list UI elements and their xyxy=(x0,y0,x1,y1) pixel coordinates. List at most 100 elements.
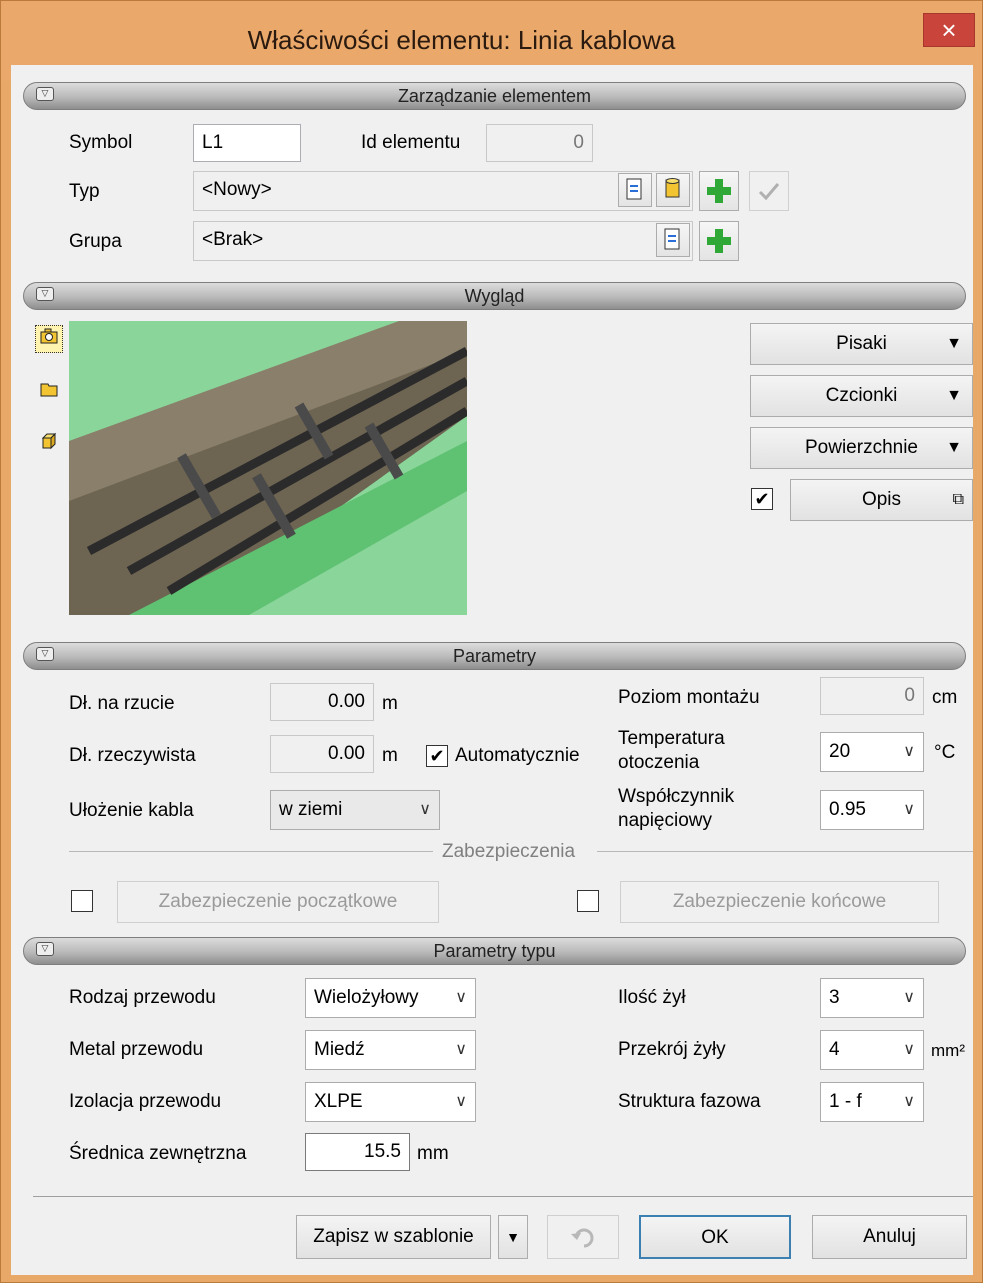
ambient-temp-label: Temperatura otoczenia xyxy=(618,727,725,775)
chevron-down-icon: ∨ xyxy=(455,1093,467,1110)
core-count-value: 3 xyxy=(829,987,840,1008)
phase-structure-label: Struktura fazowa xyxy=(618,1091,761,1112)
outer-diameter-input[interactable]: 15.5 xyxy=(305,1133,410,1171)
wire-metal-label: Metal przewodu xyxy=(69,1039,204,1060)
dropdown-arrow-icon: ▼ xyxy=(946,335,962,352)
core-cross-section-value: 4 xyxy=(829,1039,840,1060)
section-appearance-bar[interactable]: ▽ Wygląd xyxy=(23,282,966,310)
chevron-down-icon: ∨ xyxy=(903,801,915,818)
outer-diameter-label: Średnica zewnętrzna xyxy=(69,1143,247,1164)
undo-button[interactable] xyxy=(547,1215,619,1259)
ambient-temp-select[interactable]: 20 ∨ xyxy=(820,732,924,772)
plan-length-label: Dł. na rzucie xyxy=(69,693,175,714)
fonts-dropdown[interactable]: Czcionki ▼ xyxy=(750,375,973,417)
chevron-down-icon: ∨ xyxy=(455,989,467,1006)
document-icon[interactable] xyxy=(618,173,652,207)
3d-view-icon[interactable] xyxy=(35,431,63,459)
group-label: Grupa xyxy=(69,231,122,252)
voltage-factor-value: 0.95 xyxy=(829,799,866,820)
wire-insulation-select[interactable]: XLPE ∨ xyxy=(305,1082,476,1122)
phase-structure-select[interactable]: 1 - f ∨ xyxy=(820,1082,924,1122)
voltage-factor-label-line2: napięciowy xyxy=(618,810,712,831)
end-protection-checkbox[interactable] xyxy=(577,890,599,912)
wire-kind-value: Wielożyłowy xyxy=(314,987,419,1008)
ok-button[interactable]: OK xyxy=(639,1215,791,1259)
chevron-down-icon: ∨ xyxy=(455,1041,467,1058)
cancel-button[interactable]: Anuluj xyxy=(812,1215,967,1259)
end-protection-label: Zabezpieczenie końcowe xyxy=(672,891,887,912)
chevron-down-icon: ∨ xyxy=(903,1093,915,1110)
phase-structure-value: 1 - f xyxy=(829,1091,862,1112)
wire-insulation-label: Izolacja przewodu xyxy=(69,1091,222,1112)
cable-laying-value: w ziemi xyxy=(279,799,343,820)
core-cross-section-select[interactable]: 4 ∨ xyxy=(820,1030,924,1070)
close-button[interactable]: × xyxy=(923,13,975,47)
surfaces-label: Powierzchnie xyxy=(805,437,918,458)
add-group-icon[interactable] xyxy=(699,221,739,261)
cable-laying-label: Ułożenie kabla xyxy=(69,800,194,821)
chevron-down-icon: ∨ xyxy=(903,743,915,760)
plan-length-unit: m xyxy=(382,693,398,714)
description-checkbox[interactable]: ✔ xyxy=(751,488,773,510)
mount-level-unit: cm xyxy=(932,687,958,708)
group-field[interactable]: <Brak> xyxy=(193,221,693,261)
document-icon[interactable] xyxy=(656,223,690,257)
real-length-field: 0.00 xyxy=(270,735,374,773)
dropdown-arrow-icon: ▼ xyxy=(946,439,962,456)
start-protection-label: Zabezpieczenie początkowe xyxy=(158,891,398,912)
voltage-factor-select[interactable]: 0.95 ∨ xyxy=(820,790,924,830)
core-count-label: Ilość żył xyxy=(618,987,686,1008)
description-label: Opis xyxy=(861,489,902,510)
surfaces-dropdown[interactable]: Powierzchnie ▼ xyxy=(750,427,973,469)
group-divider-right xyxy=(597,851,973,852)
section-management-bar[interactable]: ▽ Zarządzanie elementem xyxy=(23,82,966,110)
wire-metal-select[interactable]: Miedź ∨ xyxy=(305,1030,476,1070)
dialog-window: Właściwości elementu: Linia kablowa × ▽ … xyxy=(0,0,983,1283)
end-protection-button[interactable]: Zabezpieczenie końcowe xyxy=(620,881,939,923)
undo-icon xyxy=(571,1228,594,1248)
section-params-bar[interactable]: ▽ Parametry xyxy=(23,642,966,670)
section-appearance-title: Wygląd xyxy=(464,286,525,306)
wire-kind-select[interactable]: Wielożyłowy ∨ xyxy=(305,978,476,1018)
section-type-params-bar[interactable]: ▽ Parametry typu xyxy=(23,937,966,965)
plan-length-field: 0.00 xyxy=(270,683,374,721)
section-params-title: Parametry xyxy=(452,646,537,666)
type-label: Typ xyxy=(69,181,100,202)
camera-view-icon[interactable] xyxy=(35,325,63,353)
wire-insulation-value: XLPE xyxy=(314,1091,363,1112)
ambient-temp-label-line2: otoczenia xyxy=(618,752,700,773)
save-template-button[interactable]: Zapisz w szablonie xyxy=(296,1215,491,1259)
mount-level-label: Poziom montażu xyxy=(618,687,760,708)
ambient-temp-unit: °C xyxy=(934,742,956,763)
symbol-label: Symbol xyxy=(69,132,133,153)
fonts-label: Czcionki xyxy=(825,385,898,406)
protection-group-label: Zabezpieczenia xyxy=(442,841,576,862)
cancel-label: Anuluj xyxy=(863,1226,916,1247)
checkmark-icon[interactable] xyxy=(749,171,789,211)
id-element-field: 0 xyxy=(486,124,593,162)
wire-kind-label: Rodzaj przewodu xyxy=(69,987,216,1008)
id-element-label: Id elementu xyxy=(361,132,461,153)
pens-dropdown[interactable]: Pisaki ▼ xyxy=(750,323,973,365)
chevron-down-icon: ∨ xyxy=(419,801,431,818)
real-length-unit: m xyxy=(382,745,398,766)
core-count-select[interactable]: 3 ∨ xyxy=(820,978,924,1018)
symbol-input[interactable]: L1 xyxy=(193,124,301,162)
save-template-dropdown[interactable]: ▼ xyxy=(498,1215,528,1259)
cable-trench-render xyxy=(69,321,467,615)
cable-laying-select[interactable]: w ziemi ∨ xyxy=(270,790,440,830)
dropdown-arrow-icon: ▼ xyxy=(506,1229,520,1245)
pens-label: Pisaki xyxy=(836,333,887,354)
core-cross-section-label: Przekrój żyły xyxy=(618,1039,726,1060)
2d-view-icon[interactable] xyxy=(35,379,63,407)
ambient-temp-value: 20 xyxy=(829,741,851,762)
start-protection-button[interactable]: Zabezpieczenie początkowe xyxy=(117,881,439,923)
voltage-factor-label: Współczynnik napięciowy xyxy=(618,785,734,833)
real-length-label: Dł. rzeczywista xyxy=(69,745,196,766)
add-type-icon[interactable] xyxy=(699,171,739,211)
start-protection-checkbox[interactable] xyxy=(71,890,93,912)
window-title: Właściwości elementu: Linia kablowa xyxy=(247,25,676,55)
description-button[interactable]: Opis ⧉ xyxy=(790,479,973,521)
database-icon[interactable] xyxy=(656,173,690,207)
automatic-checkbox[interactable]: ✔ xyxy=(426,745,448,767)
